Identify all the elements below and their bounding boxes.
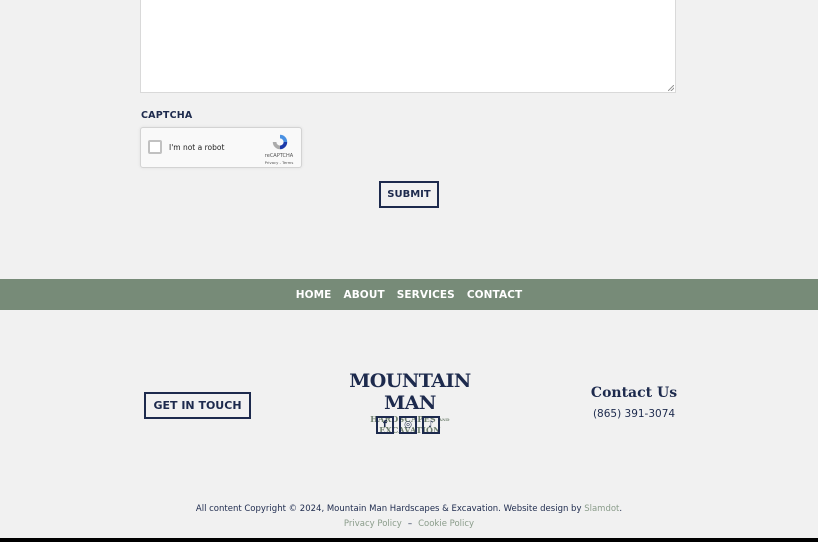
copyright-end: . xyxy=(619,504,623,514)
captcha-label: CAPTCHA xyxy=(141,110,193,121)
designer-link[interactable]: Slamdot xyxy=(584,504,619,514)
phone-link[interactable]: (865) 391-3074 xyxy=(590,408,678,420)
copyright-line: All content Copyright © 2024, Mountain M… xyxy=(0,504,818,514)
policy-links: Privacy Policy – Cookie Policy xyxy=(0,519,818,529)
bottom-bar xyxy=(0,538,818,542)
recaptcha-terms-link[interactable]: Privacy - Terms xyxy=(263,160,295,165)
logo-sub-and: AND xyxy=(438,417,450,422)
instagram-link[interactable]: ◎ xyxy=(399,416,417,434)
recaptcha-label: I'm not a robot xyxy=(169,143,225,152)
tiktok-link[interactable]: ♪ xyxy=(422,416,440,434)
message-textarea[interactable] xyxy=(140,0,676,93)
nav-item-about[interactable]: ABOUT xyxy=(343,289,384,301)
copyright-text: All content Copyright © 2024, Mountain M… xyxy=(195,504,585,514)
resize-handle-icon[interactable] xyxy=(668,85,674,91)
get-in-touch-button[interactable]: GET IN TOUCH xyxy=(144,392,251,419)
footer-nav: HOME ABOUT SERVICES CONTACT xyxy=(0,279,818,310)
recaptcha-logo-icon xyxy=(272,134,288,150)
recaptcha-brand: reCAPTCHA xyxy=(264,153,294,159)
policy-separator: – xyxy=(407,519,413,529)
nav-item-contact[interactable]: CONTACT xyxy=(467,289,522,301)
cookie-policy-link[interactable]: Cookie Policy xyxy=(418,519,474,529)
facebook-icon: f xyxy=(383,420,387,430)
tiktok-icon: ♪ xyxy=(428,420,434,430)
logo-main-text: MOUNTAIN MAN xyxy=(349,370,471,414)
social-links: f ◎ ♪ xyxy=(376,416,440,434)
recaptcha-checkbox[interactable] xyxy=(148,140,162,154)
privacy-policy-link[interactable]: Privacy Policy xyxy=(344,519,402,529)
recaptcha-widget: I'm not a robot reCAPTCHA Privacy - Term… xyxy=(140,127,302,168)
nav-item-home[interactable]: HOME xyxy=(296,289,332,301)
nav-item-services[interactable]: SERVICES xyxy=(397,289,455,301)
facebook-link[interactable]: f xyxy=(376,416,394,434)
submit-button[interactable]: SUBMIT xyxy=(379,181,439,208)
instagram-icon: ◎ xyxy=(404,420,412,430)
contact-us-heading: Contact Us xyxy=(590,385,678,401)
